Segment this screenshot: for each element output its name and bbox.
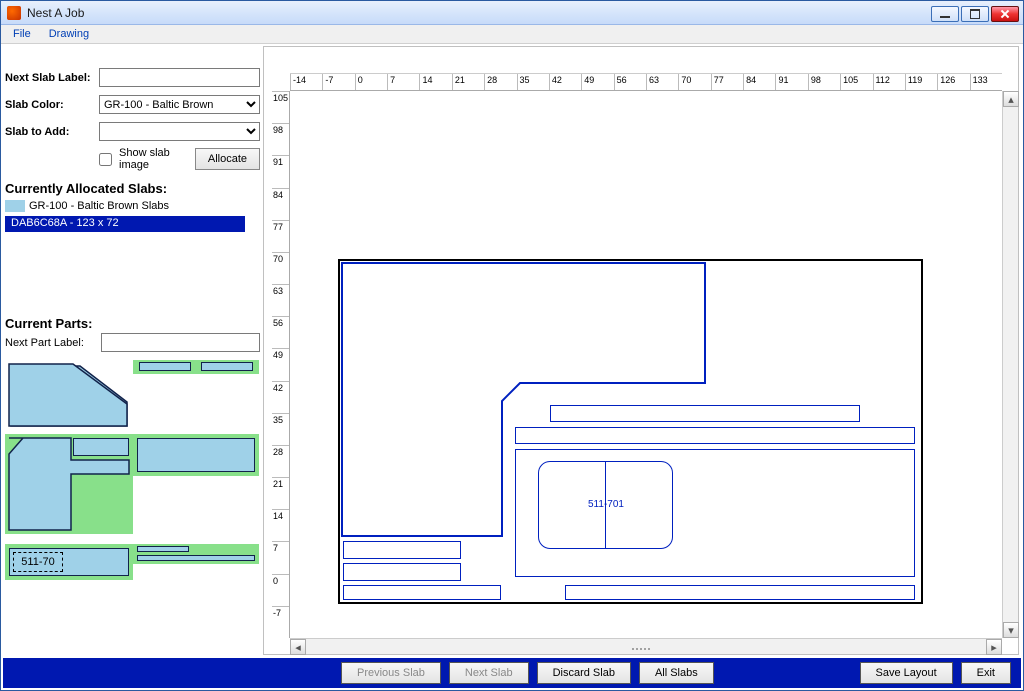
nested-piece[interactable] [565,585,915,600]
app-icon [7,6,21,20]
design-surface[interactable]: 511-701 [290,91,1002,638]
slab-to-add-select[interactable] [99,122,260,141]
close-button[interactable] [991,6,1019,22]
piece-label: 511-701 [588,499,624,510]
parts-palette: 511-70 [5,360,260,580]
vertical-scrollbar[interactable]: ▴ ▾ [1002,91,1018,638]
all-slabs-button[interactable]: All Slabs [639,662,714,684]
next-slab-button[interactable]: Next Slab [449,662,529,684]
show-slab-image-checkbox[interactable] [99,153,112,166]
slab-to-add-label: Slab to Add: [5,126,93,138]
nested-piece[interactable] [343,563,461,581]
nested-piece[interactable] [550,405,860,422]
part-thumb[interactable] [139,362,191,371]
exit-button[interactable]: Exit [961,662,1011,684]
part-thumb[interactable] [73,438,129,456]
allocated-slabs-header: Currently Allocated Slabs: [5,181,260,196]
sidebar: Next Slab Label: Slab Color: GR-100 - Ba… [5,64,260,656]
color-swatch-icon [5,200,25,212]
window-title: Nest A Job [27,6,84,20]
next-slab-label: Next Slab Label: [5,72,93,84]
part-thumb[interactable] [137,438,255,472]
menu-file[interactable]: File [5,26,39,42]
scroll-left-icon[interactable]: ◂ [290,639,306,655]
vertical-ruler: 1059891847770635649423528211470-7 [272,91,290,638]
design-canvas: -14-707142128354249566370778491981051121… [263,46,1019,655]
menu-drawing[interactable]: Drawing [41,26,97,42]
next-slab-input[interactable] [99,68,260,87]
slab-entry-selected[interactable]: DAB6C68A - 123 x 72 [5,216,245,232]
next-part-input[interactable] [101,333,260,352]
menubar: File Drawing [1,25,1023,44]
current-parts-header: Current Parts: [5,316,260,331]
slab-group[interactable]: GR-100 - Baltic Brown Slabs [5,198,260,214]
show-slab-image-check[interactable]: Show slab image [95,147,185,171]
scroll-right-icon[interactable]: ▸ [986,639,1002,655]
maximize-button[interactable] [961,6,989,22]
part-label: 511-70 [13,552,63,572]
nested-piece[interactable] [343,585,501,600]
save-layout-button[interactable]: Save Layout [860,662,953,684]
previous-slab-button[interactable]: Previous Slab [341,662,441,684]
next-part-label: Next Part Label: [5,337,95,349]
part-thumb[interactable] [201,362,253,371]
nested-piece[interactable] [343,541,461,559]
allocate-button[interactable]: Allocate [195,148,260,170]
slab-color-label: Slab Color: [5,99,93,111]
discard-slab-button[interactable]: Discard Slab [537,662,631,684]
scroll-down-icon[interactable]: ▾ [1003,622,1019,638]
titlebar: Nest A Job [1,1,1023,25]
horizontal-ruler: -14-707142128354249566370778491981051121… [290,73,1002,91]
part-thumb[interactable] [137,546,189,552]
part-thumb[interactable] [137,555,255,561]
nested-piece[interactable] [515,427,915,444]
bottom-bar: Previous Slab Next Slab Discard Slab All… [3,658,1021,688]
splitter-grip[interactable] [626,648,656,653]
scroll-up-icon[interactable]: ▴ [1003,91,1019,107]
minimize-button[interactable] [931,6,959,22]
slab-color-select[interactable]: GR-100 - Baltic Brown [99,95,260,114]
